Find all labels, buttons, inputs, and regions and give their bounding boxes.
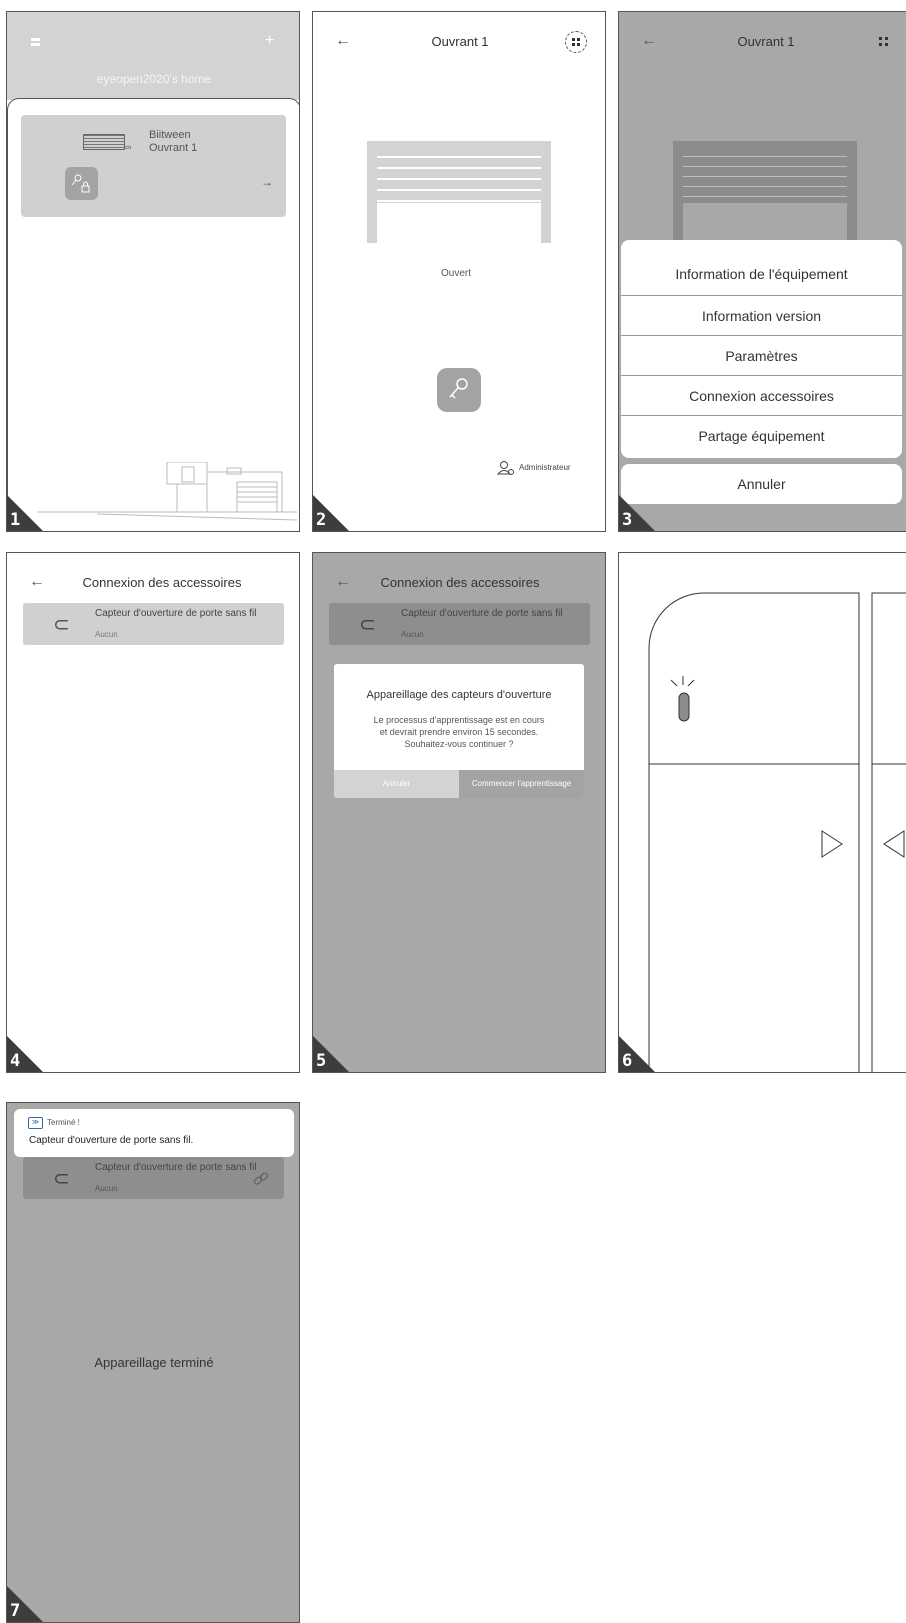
magnet-icon: ⊂: [53, 1168, 70, 1190]
notification-title: Terminé !: [47, 1118, 80, 1127]
dialog-line-2: et devrait prendre environ 15 secondes.: [379, 727, 539, 737]
panel-number: 3: [622, 510, 633, 530]
accessory-name: Capteur d'ouverture de porte sans fil: [95, 608, 257, 619]
key-lock-button[interactable]: [65, 167, 98, 200]
dialog-cancel-button[interactable]: Annuler: [334, 770, 459, 798]
panel-6: 6: [618, 552, 906, 1073]
menu-item-share[interactable]: Partage équipement: [621, 415, 902, 456]
dialog-line-3: Souhaitez-vous continuer ?: [404, 739, 514, 749]
accessory-item[interactable]: ⊂ Capteur d'ouverture de porte sans fil …: [23, 1157, 284, 1199]
panel-number: 2: [316, 510, 327, 530]
shutter-icon: [83, 134, 125, 150]
menu-icon[interactable]: [31, 38, 40, 46]
device-card[interactable]: ∞ Biitween Ouvrant 1 →: [21, 115, 286, 217]
dialog-title: Appareillage des capteurs d'ouverture: [366, 689, 552, 701]
accessory-status: Aucun: [95, 1184, 118, 1193]
accessory-name: Capteur d'ouverture de porte sans fil: [95, 1162, 257, 1173]
panel-1: + eyeopen2020's home ∞ Biitween Ouvrant …: [6, 11, 300, 532]
panel-5: ← Connexion des accessoires ⊂ Capteur d'…: [312, 552, 606, 1073]
panel-7: ⊂ Capteur d'ouverture de porte sans fil …: [6, 1102, 300, 1623]
admin-label: Administrateur: [519, 463, 571, 472]
home-title: eyeopen2020's home: [96, 72, 212, 86]
garage-door-illustration: [673, 141, 857, 243]
menu-item-settings[interactable]: Paramètres: [621, 335, 902, 376]
device-name: Ouvrant 1: [149, 142, 198, 154]
panel-number: 7: [10, 1601, 21, 1621]
more-icon[interactable]: [565, 31, 587, 53]
panel-4: ← Connexion des accessoires ⊂ Capteur d'…: [6, 552, 300, 1073]
magnet-icon: ⊂: [359, 614, 376, 636]
key-lock-icon: [71, 174, 90, 193]
key-button[interactable]: [437, 368, 481, 412]
dialog-start-button[interactable]: Commencer l'apprentissage: [459, 770, 584, 798]
more-icon[interactable]: [879, 37, 889, 47]
magnet-icon: ⊂: [53, 614, 70, 636]
add-icon[interactable]: +: [265, 32, 274, 50]
page-title: Ouvrant 1: [431, 34, 489, 49]
door-status: Ouvert: [440, 268, 471, 279]
link-chain-icon: [253, 1172, 269, 1185]
dialog-line-1: Le processus d'apprentissage est en cour…: [373, 715, 545, 725]
panel-3: ← Ouvrant 1 Information de l'équipement …: [618, 11, 906, 532]
sensor-installation-diagram: [648, 592, 906, 1072]
page-title: Ouvrant 1: [737, 34, 795, 49]
app-icon: ≫: [28, 1117, 43, 1129]
go-arrow[interactable]: →: [261, 175, 273, 189]
menu-item-equipment-info[interactable]: Information de l'équipement: [621, 254, 902, 294]
notification-banner[interactable]: ≫ Terminé ! Capteur d'ouverture de porte…: [14, 1109, 294, 1157]
panel-number: 5: [316, 1051, 327, 1071]
panel-number: 6: [622, 1051, 633, 1071]
key-icon: [449, 378, 468, 399]
accessory-status: Aucun: [95, 630, 118, 639]
panel-number: 4: [10, 1051, 21, 1071]
page-title: Connexion des accessoires: [380, 575, 540, 590]
menu-item-accessories[interactable]: Connexion accessoires: [621, 375, 902, 416]
accessory-item[interactable]: ⊂ Capteur d'ouverture de porte sans fil …: [329, 603, 590, 645]
device-brand: Biitween: [149, 129, 191, 141]
accessory-name: Capteur d'ouverture de porte sans fil: [401, 608, 563, 619]
admin-user-icon: [497, 461, 514, 475]
menu-item-version-info[interactable]: Information version: [621, 295, 902, 336]
page-title: Connexion des accessoires: [82, 575, 242, 590]
action-sheet: Information de l'équipement Information …: [621, 240, 902, 458]
cancel-button[interactable]: Annuler: [621, 464, 902, 504]
notification-body: Capteur d'ouverture de porte sans fil.: [29, 1135, 194, 1146]
panel-number: 1: [10, 510, 21, 530]
accessory-item[interactable]: ⊂ Capteur d'ouverture de porte sans fil …: [23, 603, 284, 645]
accessory-status: Aucun: [401, 630, 424, 639]
house-illustration: [37, 462, 297, 521]
pairing-done-message: Appareillage terminé: [94, 1355, 214, 1370]
link-icon: ∞: [125, 142, 132, 152]
garage-door-illustration: [367, 141, 551, 243]
header-band: [7, 12, 299, 100]
pairing-dialog: Appareillage des capteurs d'ouverture Le…: [334, 664, 584, 798]
panel-2: ← Ouvrant 1 Ouvert Administrateur 2: [312, 11, 606, 532]
